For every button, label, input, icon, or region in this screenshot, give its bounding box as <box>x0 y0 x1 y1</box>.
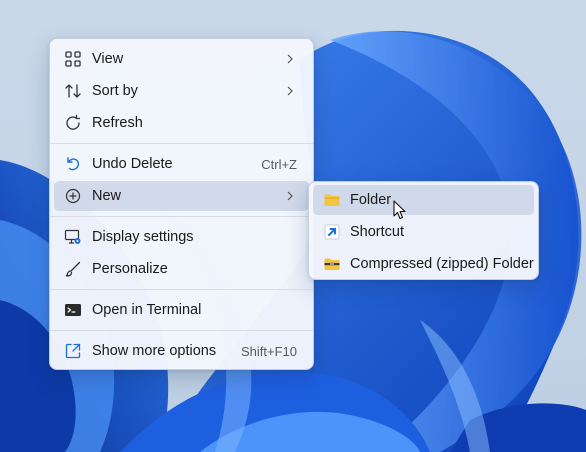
paintbrush-icon <box>64 260 82 278</box>
keyboard-shortcut: Ctrl+Z <box>261 157 297 172</box>
menu-item-refresh[interactable]: Refresh <box>54 108 309 138</box>
menu-item-label: New <box>92 188 122 204</box>
folder-icon <box>323 191 341 209</box>
submenu-item-label: Compressed (zipped) Folder <box>350 256 534 272</box>
mouse-pointer-icon <box>393 200 406 220</box>
expand-icon <box>64 342 82 360</box>
menu-item-label: Display settings <box>92 229 194 245</box>
shortcut-arrow-icon <box>323 223 341 241</box>
submenu-item-compressed-folder[interactable]: Compressed (zipped) Folder <box>313 249 534 279</box>
chevron-right-icon <box>287 86 293 96</box>
menu-separator <box>50 289 313 290</box>
zip-folder-icon <box>323 255 341 273</box>
submenu-item-label: Shortcut <box>350 224 404 240</box>
menu-item-view[interactable]: View <box>54 44 309 74</box>
chevron-right-icon <box>287 54 293 64</box>
menu-item-undo-delete[interactable]: Undo Delete Ctrl+Z <box>54 149 309 179</box>
menu-item-personalize[interactable]: Personalize <box>54 254 309 284</box>
chevron-right-icon <box>287 191 293 201</box>
menu-item-label: Open in Terminal <box>92 302 202 318</box>
menu-item-new[interactable]: New <box>54 181 309 211</box>
keyboard-shortcut: Shift+F10 <box>240 344 297 359</box>
submenu-item-folder[interactable]: Folder <box>313 185 534 215</box>
new-submenu: Folder Shortcut Compressed (zipped) Fold… <box>308 181 539 280</box>
plus-circle-icon <box>64 187 82 205</box>
submenu-item-label: Folder <box>350 192 392 208</box>
sort-arrows-icon <box>64 82 82 100</box>
desktop-context-menu: View Sort by Refresh Undo Delete Ctrl+Z <box>49 38 314 370</box>
menu-item-sort-by[interactable]: Sort by <box>54 76 309 106</box>
grid-icon <box>64 50 82 68</box>
display-settings-icon <box>64 228 82 246</box>
terminal-icon <box>64 301 82 319</box>
menu-separator <box>50 216 313 217</box>
menu-item-label: Refresh <box>92 115 143 131</box>
menu-item-label: Show more options <box>92 343 217 359</box>
submenu-item-shortcut[interactable]: Shortcut <box>313 217 534 247</box>
menu-separator <box>50 330 313 331</box>
undo-icon <box>64 155 82 173</box>
refresh-icon <box>64 114 82 132</box>
menu-separator <box>50 143 313 144</box>
menu-item-show-more-options[interactable]: Show more options Shift+F10 <box>54 336 309 366</box>
menu-item-label: Sort by <box>92 83 138 99</box>
menu-item-open-in-terminal[interactable]: Open in Terminal <box>54 295 309 325</box>
menu-item-label: Personalize <box>92 261 168 277</box>
menu-item-label: Undo Delete <box>92 156 173 172</box>
menu-item-display-settings[interactable]: Display settings <box>54 222 309 252</box>
menu-item-label: View <box>92 51 124 67</box>
